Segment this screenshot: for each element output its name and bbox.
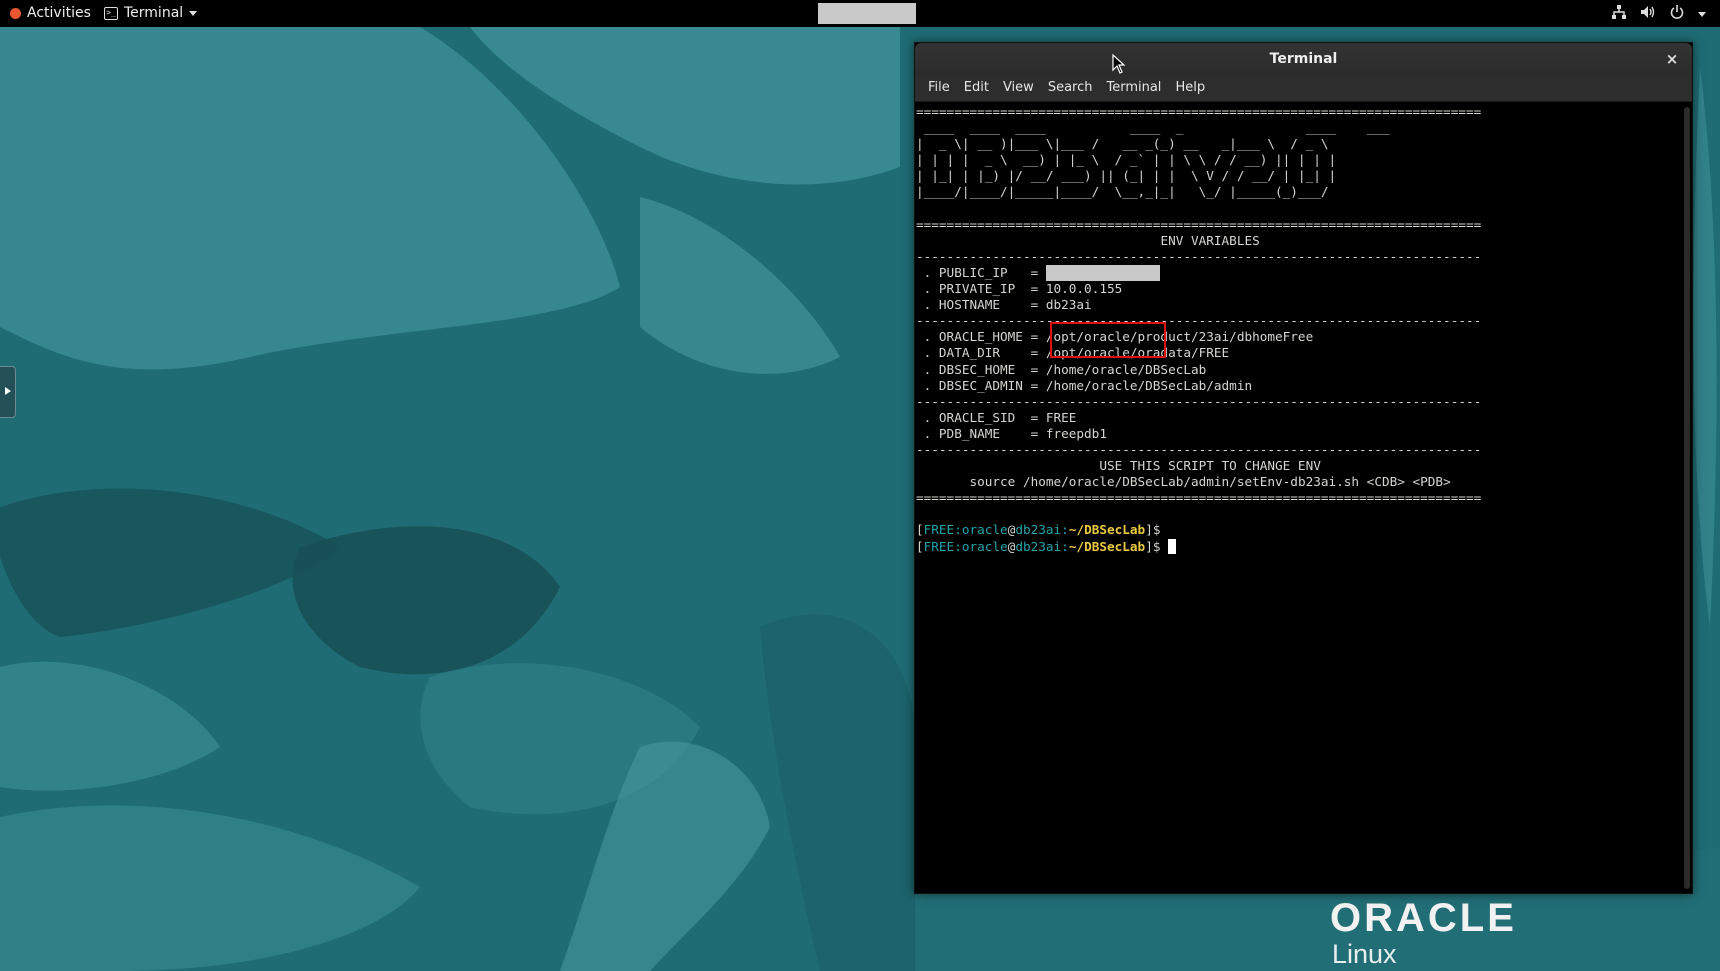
banner-rule: ========================================…: [916, 104, 1482, 119]
dash-rule: ----------------------------------------…: [916, 248, 1482, 264]
prompt-line-active[interactable]: [FREE:oracle@db23ai:~/DBSecLab]$ _: [916, 538, 1176, 554]
power-icon[interactable]: [1670, 5, 1684, 23]
activities-label: Activities: [27, 5, 91, 21]
network-icon[interactable]: [1612, 5, 1626, 23]
hostname-value: db23ai: [1045, 297, 1092, 313]
terminal-titlebar[interactable]: Terminal ×: [915, 43, 1692, 75]
dash-rule: ----------------------------------------…: [916, 393, 1482, 409]
menu-view[interactable]: View: [996, 75, 1041, 101]
hostname-label: . HOSTNAME =: [916, 297, 1046, 313]
dbsec-admin-line: . DBSEC_ADMIN = /home/oracle/DBSecLab/ad…: [916, 377, 1253, 393]
terminal-title: Terminal: [1269, 51, 1338, 67]
activities-icon: [10, 7, 21, 19]
text-cursor: _: [1168, 538, 1176, 554]
menu-terminal[interactable]: Terminal: [1099, 75, 1168, 101]
public-ip-label: . PUBLIC_IP =: [916, 264, 1046, 280]
data-dir-line: . DATA_DIR = /opt/oracle/oradata/FREE: [916, 345, 1230, 361]
oracle-sid-line: . ORACLE_SID = FREE: [916, 409, 1077, 425]
oracle-logo-text: ORACLE: [1330, 896, 1517, 940]
expand-arrow-icon: [5, 387, 11, 395]
script-command: source /home/oracle/DBSecLab/admin/setEn…: [969, 474, 1451, 490]
system-status-area[interactable]: [1612, 5, 1706, 23]
top-bar: Activities >_ Terminal: [0, 0, 1720, 27]
private-ip-value: 10.0.0.155: [1045, 281, 1123, 297]
dash-rule: ----------------------------------------…: [916, 313, 1482, 329]
pdb-name-line: . PDB_NAME = freepdb1: [916, 425, 1107, 441]
linux-logo-text: Linux: [1332, 939, 1397, 969]
clock-redacted[interactable]: [818, 3, 916, 24]
terminal-app-icon: >_: [104, 6, 118, 20]
terminal-scrollbar[interactable]: [1684, 107, 1690, 889]
activities-button[interactable]: Activities: [10, 5, 91, 21]
dash-edge-handle[interactable]: [0, 366, 16, 418]
volume-icon[interactable]: [1640, 5, 1656, 23]
menu-edit[interactable]: Edit: [957, 75, 996, 101]
terminal-output[interactable]: ========================================…: [915, 102, 1680, 893]
oracle-linux-logo: ORACLE Linux: [1330, 898, 1517, 970]
terminal-window[interactable]: Terminal × File Edit View Search Termina…: [914, 42, 1693, 894]
script-header: USE THIS SCRIPT TO CHANGE ENV: [1099, 458, 1321, 474]
dbsec-home-line: . DBSEC_HOME = /home/oracle/DBSecLab: [916, 361, 1207, 377]
app-menu-button[interactable]: >_ Terminal: [104, 5, 198, 21]
banner-rule: ========================================…: [916, 216, 1482, 232]
chevron-down-icon: [189, 10, 198, 16]
ascii-art-line: |____/|____/|_____|____/ \__,_|_| \_/ |_…: [916, 184, 1329, 200]
terminal-menubar: File Edit View Search Terminal Help: [915, 75, 1692, 102]
public-ip-redacted: XXXXXXXXXXXXXXX: [1045, 264, 1161, 282]
ascii-art-line: | |_| | |_) |/ __/ ___) || (_| | | \ V /…: [916, 168, 1337, 184]
app-menu-label: Terminal: [124, 5, 184, 21]
menu-search[interactable]: Search: [1041, 75, 1100, 101]
chevron-down-icon[interactable]: [1698, 11, 1706, 17]
ascii-art-line: ____ ____ ____ ____ _ ____ ___: [916, 120, 1390, 136]
prompt-line: [FREE:oracle@db23ai:~/DBSecLab]$: [916, 522, 1161, 538]
ascii-art-line: | | | | _ \ __) | |_ \ / _` | | \ \ / / …: [916, 152, 1337, 168]
mouse-pointer-icon: [1112, 53, 1126, 78]
close-button[interactable]: ×: [1660, 43, 1684, 75]
ascii-art-line: | _ \| __ )|___ \|___ / __ _(_) __ _|___…: [916, 136, 1329, 152]
banner-rule: ========================================…: [916, 490, 1482, 506]
dash-rule: ----------------------------------------…: [916, 441, 1482, 457]
menu-file[interactable]: File: [921, 75, 957, 101]
private-ip-label: . PRIVATE_IP =: [916, 281, 1046, 297]
oracle-home-line: . ORACLE_HOME = /opt/oracle/product/23ai…: [916, 329, 1314, 345]
menu-help[interactable]: Help: [1168, 75, 1212, 101]
env-header: ENV VARIABLES: [1160, 232, 1260, 248]
